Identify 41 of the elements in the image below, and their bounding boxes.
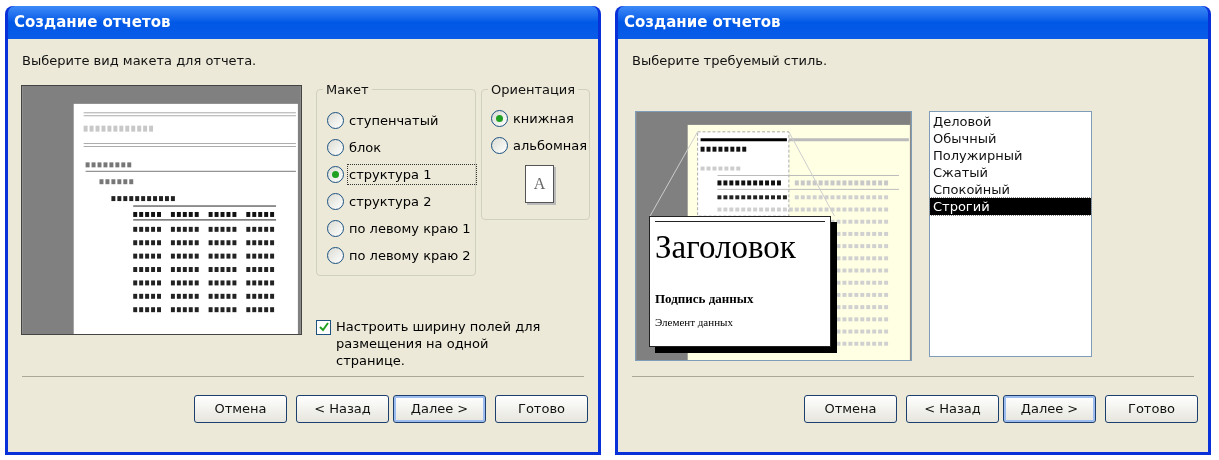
window-title: Создание отчетов [14, 12, 171, 34]
radio-label[interactable]: по левому краю 2 [348, 245, 472, 266]
radio-button[interactable] [327, 112, 344, 129]
radio-button[interactable] [491, 110, 508, 127]
style-list-item[interactable]: Деловой [930, 112, 1091, 130]
instruction-text: Выберите требуемый стиль. [631, 52, 829, 70]
dialog-button[interactable]: Отмена [194, 394, 287, 423]
dialog-button[interactable]: Готово [1105, 394, 1198, 423]
radio-label[interactable]: ступенчатый [348, 110, 440, 131]
dialog-button[interactable]: Далее > [393, 394, 486, 423]
radio-button[interactable] [327, 247, 344, 264]
dialog-button[interactable]: Готово [495, 394, 588, 423]
dialog-button[interactable]: < Назад [906, 394, 999, 423]
radio-label[interactable]: по левому краю 1 [348, 218, 472, 239]
radio-label[interactable]: структура 2 [348, 191, 433, 212]
window-title: Создание отчетов [624, 12, 781, 34]
radio-label[interactable]: блок [348, 137, 383, 158]
style-list-item[interactable]: Спокойный [930, 180, 1091, 198]
radio-label[interactable]: книжная [512, 108, 575, 129]
dialog-button[interactable]: Далее > [1003, 394, 1096, 423]
style-list[interactable]: Деловой Обычный Полужирный Сжатый Спокойный Строгий [929, 110, 1092, 357]
caption-sample: Подпись данных [655, 289, 755, 308]
style-list-item[interactable]: Строгий [930, 197, 1091, 215]
radio-button[interactable] [327, 139, 344, 156]
dialog-button[interactable]: < Назад [296, 394, 389, 423]
checkbox-label[interactable]: Настроить ширину полей для размещения на одной странице. [336, 317, 556, 369]
page-icon: A [525, 164, 554, 203]
checkbox[interactable] [316, 319, 331, 335]
instruction-text: Выберите вид макета для отчета. [21, 52, 258, 70]
style-list-item[interactable]: Обычный [930, 129, 1091, 147]
radio-label[interactable]: структура 1 [348, 164, 477, 185]
dialog-button[interactable]: Отмена [804, 394, 897, 423]
radio-button[interactable] [327, 220, 344, 237]
heading-sample: Заголовок [655, 227, 797, 267]
item-sample: Элемент данных [655, 315, 734, 330]
style-list-item[interactable]: Полужирный [930, 146, 1091, 164]
radio-button[interactable] [491, 137, 508, 154]
radio-button[interactable] [327, 166, 344, 183]
radio-button[interactable] [327, 193, 344, 210]
style-list-item[interactable]: Сжатый [930, 163, 1091, 181]
radio-label[interactable]: альбомная [512, 135, 588, 156]
